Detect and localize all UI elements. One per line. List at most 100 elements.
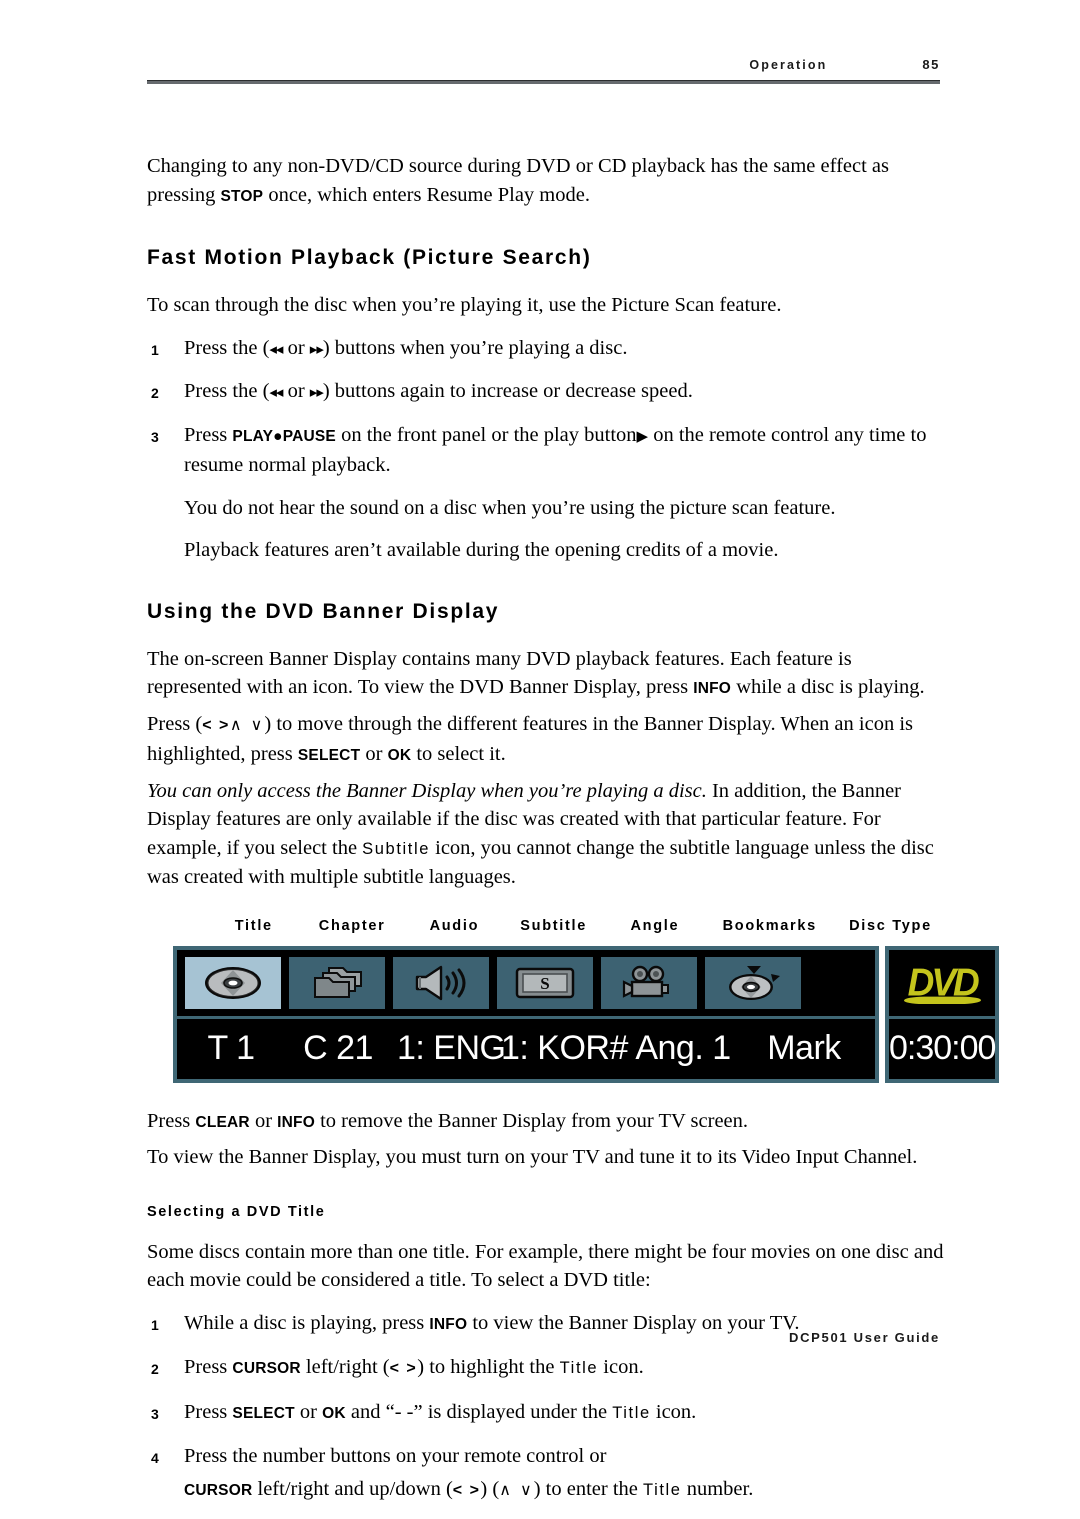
key-ok: OK [387,747,412,764]
cont-c: ) to enter the [533,1477,644,1500]
note-no-sound: You do not hear the sound on a disc when… [184,496,836,519]
step-text-mid: on the front panel or the play button [335,423,637,446]
cursor-leftright-icon: < > [452,1481,481,1499]
banner-paragraph-1: The on-screen Banner Display contains ma… [147,645,947,704]
banner-value-audio: 1: ENG [397,1029,506,1067]
banner-label-title: Title [234,917,273,934]
banner-value-title: T 1 [207,1029,255,1067]
subtitle-s-icon: S [514,964,576,1002]
fast-motion-lead: To scan through the disc when you’re pla… [147,294,782,316]
step-text-pre: Press [184,1400,233,1423]
dvd-logo-icon: DVD [907,960,980,1004]
document-page: Operation 85 Changing to any non-DVD/CD … [0,0,1080,1500]
banner-display: S T 1 C 21 1: ENG 1: KOR# Ang. 1 Mark DV… [173,945,1000,1083]
chapter-folders-icon [307,963,367,1003]
rewind-icon: ◂◂ [269,383,283,401]
step-item: 3 Press SELECT or OK and “- -” is displa… [147,1398,947,1429]
selecting-title-paragraph: Some discs contain more than one title. … [147,1240,944,1292]
banner-cell-audio[interactable] [393,956,489,1009]
step-text-mid: or [282,380,310,402]
banner-label-disc-type: Disc Type [849,917,932,934]
running-head: Operation 85 [147,57,940,72]
step-number: 4 [151,1450,159,1466]
header-rule [147,80,940,84]
banner-display-figure: Title Chapter Audio Subtitle Angle Bookm… [147,918,1000,1083]
step-text-mid2: and “- -” is displayed under the [345,1400,613,1423]
banner-value-row: T 1 C 21 1: ENG 1: KOR# Ang. 1 Mark [177,1015,875,1079]
heading-using-dvd-banner-display: Using the DVD Banner Display [147,599,500,623]
cont-d: number. [681,1477,754,1500]
label-subtitle: Subtitle [362,839,431,858]
banner-p3-italic: You can only access the Banner Display w… [147,779,707,802]
step-text-pre: Press [184,1356,233,1378]
heading-fast-motion-playback: Fast Motion Playback (Picture Search) [147,246,592,269]
page-content: Changing to any non-DVD/CD source during… [147,152,1000,1519]
after-c: to remove the Banner Display from your T… [314,1109,749,1132]
banner-cell-bookmarks[interactable] [705,956,801,1009]
cursor-updown-icon: ∧ ∨ [499,1479,534,1499]
heading-selecting-a-dvd-title: Selecting a DVD Title [147,1203,326,1220]
banner-value-bookmark: Mark [767,1029,841,1067]
banner-value-angle: Ang. 1 [635,1029,731,1067]
step-text-post: ) buttons when you’re playing a disc. [322,336,628,359]
key-select: SELECT [232,1404,295,1422]
fast-forward-icon: ▸▸ [309,339,324,358]
step-text-pre: Press the ( [184,380,270,402]
banner-label-subtitle: Subtitle [520,917,588,934]
svg-text:S: S [540,974,549,993]
key-ok: OK [322,1404,346,1422]
label-title: Title [559,1359,599,1377]
step-text-post: icon. [598,1356,644,1378]
banner-paragraph-3: You can only access the Banner Display w… [147,777,947,892]
banner-video-input-paragraph: To view the Banner Display, you must tur… [147,1146,918,1168]
step-number: 1 [151,341,159,358]
banner-label-bookmarks: Bookmarks [722,917,817,934]
key-select: SELECT [297,747,361,764]
step-number: 2 [151,385,159,401]
cont-b: ) ( [480,1477,500,1500]
banner-cell-angle[interactable] [601,956,697,1009]
key-cursor: CURSOR [232,1360,301,1377]
key-play-pause: PLAY●PAUSE [232,427,336,445]
play-icon: ▶ [636,426,649,445]
note-opening-credits: Playback features aren’t available durin… [184,539,779,561]
fast-forward-icon: ▸▸ [309,383,324,401]
cursor-leftright-icon: < > [389,1360,418,1377]
banner-label-angle: Angle [630,917,680,934]
intro-text-2: once, which enters Resume Play mode. [263,183,590,206]
banner-value-subtitle: 1: KOR# [501,1029,628,1067]
step-number: 3 [151,428,159,445]
banner-p2-c: or [360,743,388,765]
step-item: 3 Press PLAY●PAUSE on the front panel or… [147,421,947,480]
step-text-pre: Press [184,423,233,446]
banner-main-panel: S T 1 C 21 1: ENG 1: KOR# Ang. 1 Mark [173,945,879,1083]
footer-guide-name: DCP501 User Guide [788,1330,940,1345]
rewind-icon: ◂◂ [269,339,283,358]
banner-icon-row: S [177,949,875,1016]
key-info: INFO [277,1113,315,1131]
step-text-post: ) buttons again to increase or decrease … [322,380,693,402]
step-text: Press the number buttons on your remote … [184,1445,607,1467]
banner-cell-chapter[interactable] [289,956,385,1009]
banner-elapsed-time: 0:30:00 [889,1015,996,1079]
cont-a: left/right and up/down ( [252,1477,453,1500]
page-number: 85 [922,57,940,72]
key-info: INFO [693,680,732,697]
step-text-mid2: ) to highlight the [417,1356,560,1378]
banner-p2-d: to select it. [411,743,506,765]
step-number: 3 [151,1405,159,1422]
step-item: 2 Press the (◂◂ or ▸▸) buttons again to … [147,377,947,407]
after-a: Press [147,1109,196,1132]
step-text-post: icon. [650,1400,697,1423]
bookmark-disc-icon [721,963,785,1003]
running-head-section: Operation [749,58,828,72]
banner-cell-disc-type[interactable]: DVD [889,949,996,1016]
step-continuation: CURSOR left/right and up/down (< >) (∧ ∨… [147,1475,947,1506]
banner-p2-a: Press ( [147,712,203,735]
key-clear: CLEAR [195,1113,250,1131]
label-title: Title [643,1480,682,1499]
key-stop: STOP [220,187,264,205]
banner-cell-subtitle[interactable]: S [497,956,593,1009]
banner-cell-title[interactable] [185,956,281,1009]
banner-feature-labels: Title Chapter Audio Subtitle Angle Bookm… [147,918,947,934]
